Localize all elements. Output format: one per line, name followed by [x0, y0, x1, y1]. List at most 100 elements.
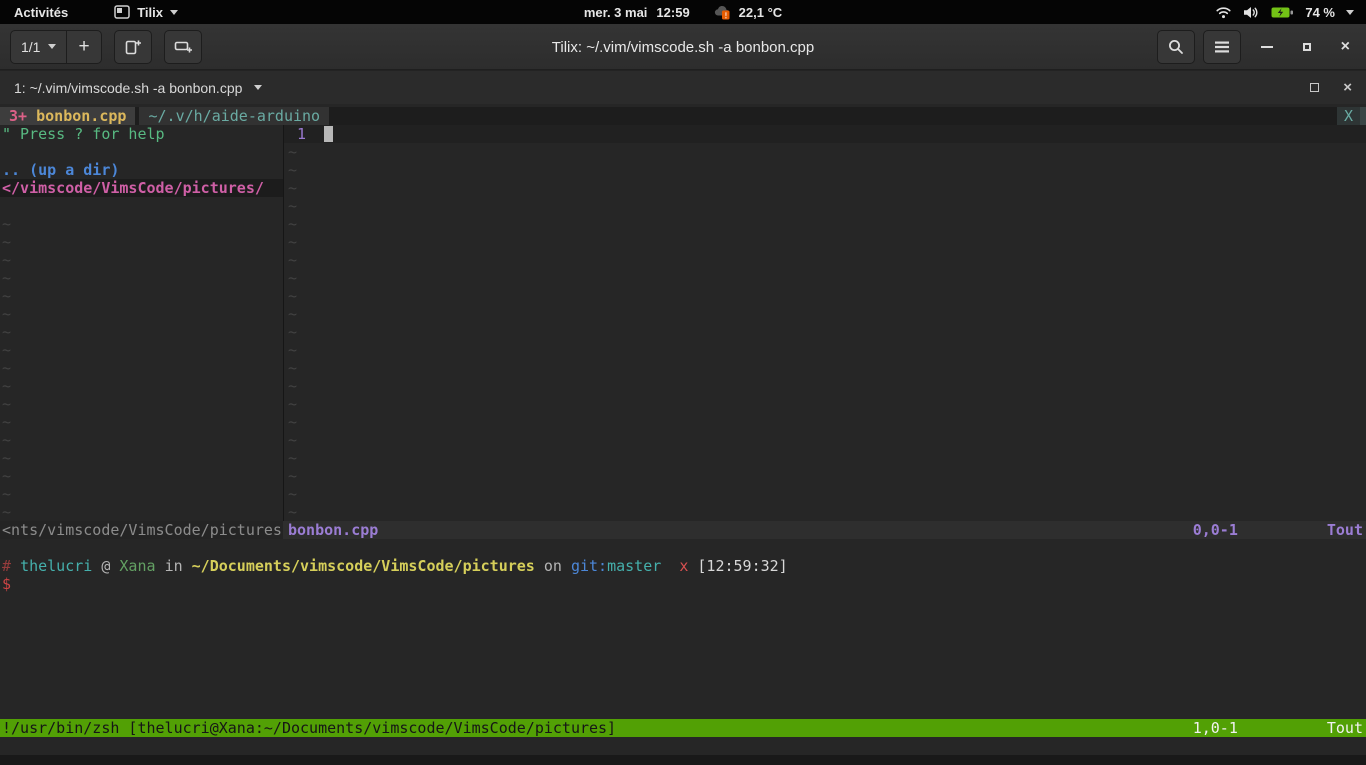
nerdtree-help-line: " Press ? for help — [2, 125, 165, 143]
tilde-line: ~ — [288, 431, 297, 449]
tilde-line: ~ — [288, 395, 297, 413]
vim-tabline-close[interactable]: X — [1337, 107, 1360, 125]
tilde-line: ~ — [2, 305, 11, 323]
session-switcher-group: 1/1 + — [10, 30, 102, 64]
split-right-icon — [124, 38, 142, 56]
tilde-line: ~ — [288, 467, 297, 485]
close-window-button[interactable]: × — [1341, 39, 1350, 55]
chevron-down-icon — [254, 85, 262, 90]
tilde-line: ~ — [2, 485, 11, 503]
battery-percent-label: 74 % — [1305, 5, 1335, 20]
split-down-button[interactable] — [164, 30, 202, 64]
terminal-statusline-ruler: 1,0-1 — [1193, 719, 1238, 737]
statusline-nerdtree-path: <nts/vimscode/VimsCode/pictures — [0, 521, 283, 539]
system-status-menu[interactable]: 74 % — [1215, 5, 1366, 20]
tilde-line: ~ — [2, 323, 11, 341]
maximize-button[interactable] — [1303, 43, 1311, 51]
terminal-title-label: 1: ~/.vim/vimscode.sh -a bonbon.cpp — [14, 80, 242, 96]
tilde-line: ~ — [288, 449, 297, 467]
weather-cloud-icon — [713, 4, 733, 20]
statusline-filename: bonbon.cpp — [283, 521, 378, 539]
gnome-top-bar: Activités Tilix mer. 3 mai 12:59 22,1 °C — [0, 0, 1366, 24]
menu-button[interactable] — [1203, 30, 1241, 64]
tilde-line: ~ — [288, 485, 297, 503]
tilde-line: ~ — [2, 395, 11, 413]
tilde-line: ~ — [2, 269, 11, 287]
clock-time[interactable]: 12:59 — [656, 5, 689, 20]
tilix-headerbar: 1/1 + Tilix: ~/.vim/vimscode.sh -a bonbo… — [0, 24, 1366, 70]
tilde-line: ~ — [288, 341, 297, 359]
terminal-title-dropdown[interactable]: 1: ~/.vim/vimscode.sh -a bonbon.cpp — [0, 80, 262, 96]
tilde-line: ~ — [288, 287, 297, 305]
hamburger-menu-icon — [1214, 40, 1230, 54]
tilix-icon — [114, 4, 130, 20]
tilde-line: ~ — [2, 503, 11, 521]
app-menu-label: Tilix — [137, 5, 163, 20]
tilde-line: ~ — [2, 449, 11, 467]
tilde-line: ~ — [2, 233, 11, 251]
clock-date[interactable]: mer. 3 mai — [584, 5, 648, 20]
tilde-line: ~ — [288, 413, 297, 431]
shell-prompt-char: $ — [2, 575, 11, 593]
tilde-line: ~ — [2, 287, 11, 305]
tilde-line: ~ — [288, 215, 297, 233]
session-indicator-button[interactable]: 1/1 — [11, 31, 66, 63]
close-terminal-button[interactable]: × — [1343, 80, 1352, 95]
app-menu[interactable]: Tilix — [114, 4, 178, 20]
temperature-label: 22,1 °C — [739, 5, 783, 20]
tilde-line: ~ — [2, 413, 11, 431]
split-right-button[interactable] — [114, 30, 152, 64]
wifi-icon — [1215, 6, 1232, 19]
terminal-statusline-scroll: Tout — [1327, 719, 1363, 737]
tilde-line: ~ — [2, 377, 11, 395]
nerdtree-updir-line[interactable]: .. (up a dir) — [2, 161, 119, 179]
battery-charging-icon — [1271, 6, 1294, 19]
tilde-line: ~ — [288, 323, 297, 341]
window-bottom-edge — [0, 755, 1366, 765]
tilde-line: ~ — [288, 197, 297, 215]
terminal-title-bar: 1: ~/.vim/vimscode.sh -a bonbon.cpp × — [0, 70, 1366, 104]
vim-tabline: 3+ bonbon.cpp ~/.v/h/aide-arduino X — [0, 107, 1366, 125]
vim-cursor — [324, 126, 333, 142]
tilde-line: ~ — [288, 143, 297, 161]
session-indicator-label: 1/1 — [21, 39, 40, 55]
tilde-line: ~ — [288, 251, 297, 269]
tilde-line: ~ — [2, 251, 11, 269]
tilde-line: ~ — [288, 179, 297, 197]
weather-widget[interactable]: 22,1 °C — [713, 4, 783, 20]
chevron-down-icon — [170, 10, 178, 15]
tilde-line: ~ — [288, 359, 297, 377]
minimize-button[interactable] — [1261, 46, 1273, 48]
vim-tab-aide-arduino[interactable]: ~/.v/h/aide-arduino — [139, 107, 329, 125]
statusline-scroll: Tout — [1327, 521, 1363, 539]
shell-prompt-line: # thelucri @ Xana in ~/Documents/vimscod… — [2, 557, 788, 575]
vim-terminal-statusline: !/usr/bin/zsh [thelucri@Xana:~/Documents… — [0, 719, 1366, 737]
search-icon — [1167, 38, 1185, 56]
volume-icon — [1243, 6, 1260, 19]
tilde-line: ~ — [2, 341, 11, 359]
tilde-line: ~ — [288, 503, 297, 521]
tilde-line: ~ — [2, 359, 11, 377]
activities-button[interactable]: Activités — [14, 5, 68, 20]
tilde-line: ~ — [288, 161, 297, 179]
split-down-icon — [173, 38, 193, 56]
terminal-statusline-title: !/usr/bin/zsh [thelucri@Xana:~/Documents… — [0, 719, 616, 737]
vim-statusline: <nts/vimscode/VimsCode/pictures bonbon.c… — [0, 521, 1366, 539]
search-button[interactable] — [1157, 30, 1195, 64]
nerdtree-root-line[interactable]: </vimscode/VimsCode/pictures/ — [2, 179, 264, 197]
cursorline-highlight — [284, 125, 1366, 143]
tilde-line: ~ — [2, 467, 11, 485]
terminal[interactable]: 3+ bonbon.cpp ~/.v/h/aide-arduino X " Pr… — [0, 104, 1366, 765]
tilde-line: ~ — [288, 305, 297, 323]
statusline-active: bonbon.cpp 0,0-1 Tout — [283, 521, 1366, 539]
tilde-line: ~ — [288, 233, 297, 251]
vim-vertical-split — [283, 125, 284, 521]
tilde-line: ~ — [288, 377, 297, 395]
chevron-down-icon — [1346, 10, 1354, 15]
new-session-button[interactable]: + — [66, 31, 100, 63]
maximize-terminal-button[interactable] — [1310, 83, 1319, 92]
vim-tab-bonbon[interactable]: 3+ bonbon.cpp — [0, 107, 135, 125]
statusline-ruler: 0,0-1 — [1193, 521, 1238, 539]
tilde-line: ~ — [288, 269, 297, 287]
tilde-line: ~ — [2, 431, 11, 449]
